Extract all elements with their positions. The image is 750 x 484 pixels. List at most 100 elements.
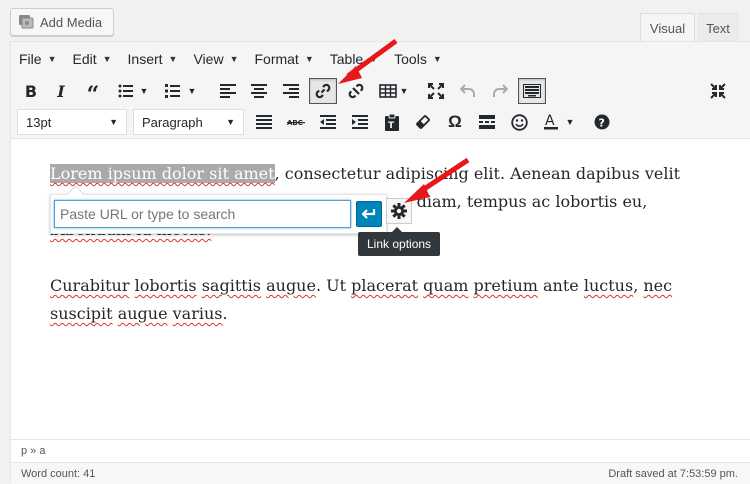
fullscreen-button[interactable] <box>422 78 450 104</box>
clear-formatting-button[interactable] <box>409 109 437 135</box>
align-right-button[interactable] <box>277 78 305 104</box>
distraction-free-icon <box>710 83 726 99</box>
strikethrough-button[interactable]: ABC <box>282 109 310 135</box>
bold-icon: B <box>24 81 38 101</box>
keyboard-icon <box>523 84 541 98</box>
italic-button[interactable]: I <box>47 78 75 104</box>
read-more-button[interactable] <box>473 109 501 135</box>
text: placerat <box>351 276 419 295</box>
bullet-list-dropdown[interactable]: ▼ <box>137 78 151 104</box>
text: suscipit <box>50 304 113 323</box>
align-left-button[interactable] <box>214 78 242 104</box>
text-color-button[interactable]: A <box>537 109 565 135</box>
unlink-icon <box>348 83 364 99</box>
text: ante <box>543 276 579 295</box>
help-button[interactable]: ? <box>588 109 616 135</box>
undo-button[interactable] <box>454 78 482 104</box>
caret-down-icon: ▼ <box>102 53 112 64</box>
menu-label: View <box>193 50 224 67</box>
justify-button[interactable] <box>250 109 278 135</box>
outdent-button[interactable] <box>314 109 342 135</box>
numbered-list-dropdown[interactable]: ▼ <box>185 78 199 104</box>
insert-link-button[interactable] <box>309 78 337 104</box>
align-right-icon <box>283 84 299 98</box>
apply-link-button[interactable] <box>356 201 382 227</box>
menu-view[interactable]: View ▼ <box>193 51 238 67</box>
media-icon <box>18 14 34 30</box>
menu-edit[interactable]: Edit ▼ <box>72 51 111 67</box>
menu-tools[interactable]: Tools ▼ <box>394 51 442 67</box>
font-size-select[interactable]: 13pt ▼ <box>17 109 127 135</box>
justify-icon <box>256 115 272 129</box>
gear-icon <box>391 203 407 219</box>
special-character-button[interactable]: Ω <box>441 109 469 135</box>
caret-down-icon: ▼ <box>139 86 149 96</box>
blockquote-button[interactable]: “ <box>79 78 107 108</box>
eraser-icon <box>416 115 430 129</box>
smiley-icon <box>510 113 528 131</box>
toolbar: B I “ ▼ ▼ ▼ 13pt ▼ Paragraph ▼ T Ω A ▼ ? <box>11 75 750 139</box>
align-center-button[interactable] <box>245 78 273 104</box>
menu-label: Format <box>254 50 299 67</box>
tab-visual[interactable]: Visual <box>640 13 695 42</box>
undo-icon <box>460 84 475 97</box>
menu-insert[interactable]: Insert ▼ <box>128 51 178 67</box>
caret-down-icon: ▼ <box>432 53 442 64</box>
read-more-icon <box>479 115 495 129</box>
text: luctus <box>583 276 634 295</box>
toolbar-toggle-button[interactable] <box>518 78 546 104</box>
text-color-dropdown[interactable]: ▼ <box>563 109 577 135</box>
link-options-tooltip: Link options <box>358 227 441 256</box>
svg-text:?: ? <box>599 117 605 130</box>
block-format-value: Paragraph <box>142 114 203 130</box>
add-media-button[interactable]: Add Media <box>10 8 114 36</box>
bold-button[interactable]: B <box>17 78 45 104</box>
menu-file[interactable]: File ▼ <box>19 51 56 67</box>
table-dropdown[interactable]: ▼ <box>397 78 411 104</box>
numbered-list-button[interactable] <box>159 78 187 104</box>
remove-link-button[interactable] <box>342 78 370 104</box>
caret-down-icon: ▼ <box>47 53 57 64</box>
quote-icon: “ <box>86 82 100 108</box>
link-options-button[interactable] <box>386 198 412 224</box>
tab-text[interactable]: Text <box>698 13 738 42</box>
menu-format[interactable]: Format ▼ <box>254 51 313 67</box>
numbered-list-icon <box>165 84 180 98</box>
caret-down-icon: ▼ <box>304 53 314 64</box>
paste-text-button[interactable]: T <box>378 109 406 135</box>
caret-down-icon: ▼ <box>229 53 239 64</box>
caret-down-icon: ▼ <box>565 117 575 127</box>
svg-text:A: A <box>545 113 555 129</box>
redo-icon <box>493 84 508 97</box>
indent-icon <box>352 115 368 129</box>
indent-button[interactable] <box>346 109 374 135</box>
redo-button[interactable] <box>486 78 514 104</box>
caret-down-icon: ▼ <box>168 53 178 64</box>
enter-icon <box>362 209 376 219</box>
bullet-list-button[interactable] <box>112 78 140 104</box>
svg-text:T: T <box>388 121 395 131</box>
text: us diam, tempus ac lobortis eu, <box>393 192 648 211</box>
text-color-icon: A <box>544 113 558 130</box>
editor-content[interactable]: Lorem ipsum dolor sit amet, consectetur … <box>50 160 690 356</box>
table-icon <box>379 84 397 98</box>
menu-label: Edit <box>72 50 97 67</box>
menu-table[interactable]: Table ▼ <box>330 51 378 67</box>
draft-saved-status: Draft saved at 7:53:59 pm. <box>608 467 738 480</box>
status-bar: Word count: 41 Draft saved at 7:53:59 pm… <box>11 462 750 484</box>
block-format-select[interactable]: Paragraph ▼ <box>133 109 244 135</box>
text: Curabitur <box>50 276 130 295</box>
link-url-input[interactable] <box>54 200 351 228</box>
bullet-list-icon <box>118 84 133 98</box>
text: augue <box>117 304 168 323</box>
caret-down-icon: ▼ <box>226 117 235 127</box>
text: , consectetur adipiscing elit. Aenean da… <box>274 164 681 183</box>
clipboard-icon: T <box>385 113 399 131</box>
distraction-free-button[interactable] <box>704 78 732 104</box>
text: . Ut <box>315 276 352 295</box>
align-center-icon <box>251 84 267 98</box>
text: nec <box>643 276 673 295</box>
menu-label: Insert <box>127 50 163 67</box>
emoticons-button[interactable] <box>505 109 533 135</box>
selected-link-text: Lorem ipsum dolor sit amet <box>50 164 275 183</box>
